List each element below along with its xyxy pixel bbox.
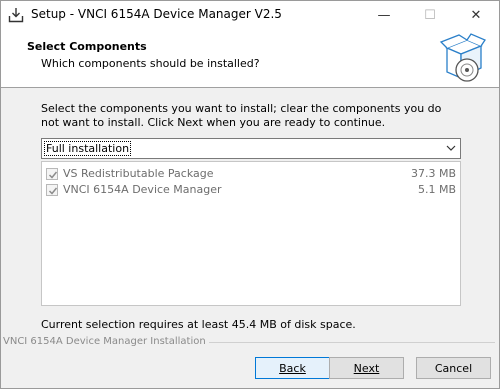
component-label: VS Redistributable Package (63, 167, 214, 180)
wizard-header: Select Components Which components shoul… (1, 29, 499, 88)
list-item[interactable]: VS Redistributable Package 37.3 MB (46, 166, 456, 182)
box-with-cd-icon (439, 33, 486, 82)
cancel-button[interactable]: Cancel (416, 357, 491, 379)
page-subtitle: Which components should be installed? (41, 57, 260, 70)
footer-group-label: VNCI 6154A Device Manager Installation (3, 336, 209, 347)
disk-space-requirement: Current selection requires at least 45.4… (41, 318, 356, 331)
component-size: 5.1 MB (417, 183, 456, 196)
list-item[interactable]: VNCI 6154A Device Manager 5.1 MB (46, 182, 456, 198)
installation-type-select[interactable]: Full installation (41, 138, 461, 159)
close-button[interactable]: ✕ (453, 1, 499, 29)
title-bar[interactable]: Setup - VNCI 6154A Device Manager V2.5 —… (1, 1, 499, 29)
back-button[interactable]: Back (255, 357, 330, 379)
check-icon (48, 187, 58, 195)
components-list: VS Redistributable Package 37.3 MB VNCI … (41, 161, 461, 306)
minimize-button[interactable]: — (361, 1, 407, 29)
installation-type-value: Full installation (44, 141, 132, 156)
next-button[interactable]: Next (329, 357, 404, 379)
maximize-button[interactable]: ☐ (407, 1, 453, 29)
chevron-down-icon[interactable] (445, 142, 457, 154)
component-checkbox[interactable] (46, 168, 58, 180)
component-size: 37.3 MB (410, 167, 456, 180)
window-title: Setup - VNCI 6154A Device Manager V2.5 (31, 7, 282, 21)
page-title: Select Components (27, 40, 147, 53)
back-button-label: Back (279, 361, 306, 375)
instructions-text: Select the components you want to instal… (41, 102, 442, 129)
cancel-button-label: Cancel (434, 361, 473, 375)
check-icon (48, 171, 58, 179)
setup-window: Setup - VNCI 6154A Device Manager V2.5 —… (0, 0, 500, 389)
component-label: VNCI 6154A Device Manager (63, 183, 222, 196)
next-button-label: Next (353, 361, 380, 375)
installer-icon (8, 8, 24, 23)
component-checkbox[interactable] (46, 184, 58, 196)
